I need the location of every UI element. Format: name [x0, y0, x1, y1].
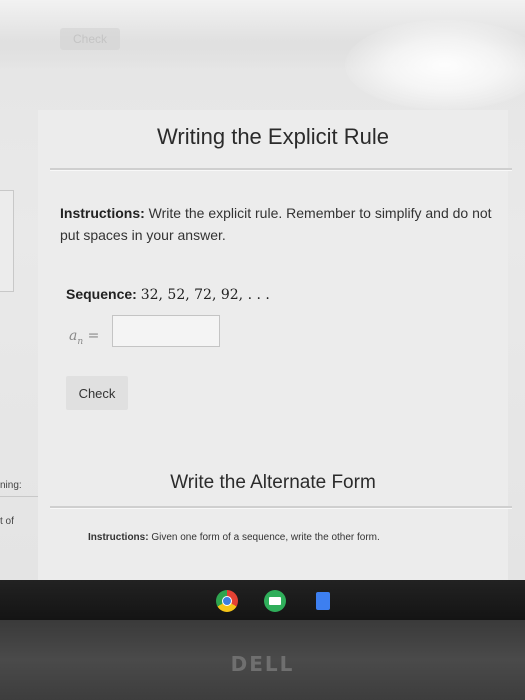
files-icon[interactable]: [264, 590, 286, 612]
section-title-explicit-rule: Writing the Explicit Rule: [157, 124, 389, 149]
chrome-icon[interactable]: [216, 590, 238, 612]
check-button[interactable]: Check: [66, 376, 128, 410]
left-panel-text: t of: [0, 516, 14, 527]
left-panel-divider: [0, 496, 40, 497]
instructions-label: Instructions:: [88, 532, 149, 543]
left-panel-text: ning:: [0, 480, 22, 491]
instructions-label: Instructions:: [60, 205, 145, 221]
instructions-explicit-rule: Instructions: Write the explicit rule. R…: [60, 202, 500, 246]
sequence-label: Sequence:: [66, 286, 137, 302]
left-side-panel: [0, 190, 14, 292]
faint-check-button[interactable]: Check: [60, 28, 120, 50]
section-title-alternate-form: Write the Alternate Form: [170, 472, 376, 493]
sequence-line: Sequence: 32, 52, 72, 92, . . .: [66, 286, 270, 303]
screen-glare-right: [345, 20, 525, 110]
dell-logo: DELL: [230, 652, 295, 676]
answer-label: an =: [69, 328, 99, 347]
instructions-alternate-form: Instructions: Given one form of a sequen…: [88, 532, 508, 543]
taskbar: [0, 580, 525, 620]
screen: Check ning: t of Writing the Explicit Ru…: [0, 0, 525, 585]
instructions-text: Given one form of a sequence, write the …: [151, 532, 380, 543]
answer-label-eq: =: [83, 328, 100, 344]
section-divider: [50, 506, 512, 509]
docs-icon[interactable]: [316, 592, 330, 610]
sequence-values: 32, 52, 72, 92, . . .: [140, 287, 270, 303]
photo-frame: Check ning: t of Writing the Explicit Ru…: [0, 0, 525, 700]
section-divider: [50, 168, 512, 171]
answer-input[interactable]: [112, 315, 220, 347]
lesson-card: Writing the Explicit Rule Instructions: …: [38, 110, 512, 585]
